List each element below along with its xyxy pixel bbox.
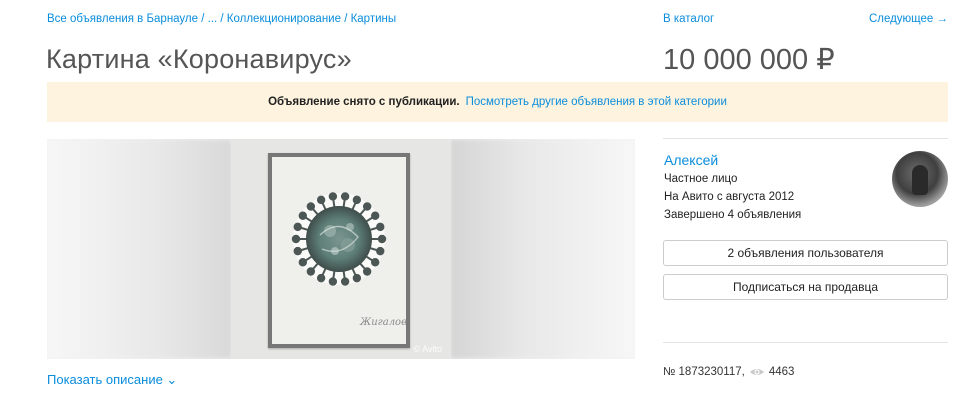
seller-completed: Завершено 4 объявления xyxy=(664,209,802,221)
notice-category-link[interactable]: Посмотреть другие объявления в этой кате… xyxy=(466,96,727,108)
virus-spike-tip xyxy=(293,222,302,232)
virus-spike-tip xyxy=(352,273,362,283)
virus-spike-tip xyxy=(370,211,380,220)
breadcrumb[interactable]: Все объявления в Барнауле / ... / Коллек… xyxy=(47,13,396,25)
virus-spike-tip xyxy=(352,195,362,205)
divider xyxy=(663,138,948,139)
avatar-figure xyxy=(912,165,928,195)
picture-mat: Жигалов xyxy=(272,157,407,344)
virus-spike-tip xyxy=(328,192,338,201)
virus-spike-tip xyxy=(340,277,350,286)
user-ads-button[interactable]: 2 объявления пользователя xyxy=(663,240,948,266)
eye-icon xyxy=(749,369,764,375)
seller-avatar[interactable] xyxy=(892,151,948,207)
virus-spike-tip xyxy=(377,234,387,244)
unpublished-notice: Объявление снято с публикации. Посмотрет… xyxy=(47,82,948,122)
virus-spike-tip xyxy=(328,277,338,286)
photo-gallery[interactable]: Жигалов © Avito xyxy=(47,139,635,359)
seller-name-link[interactable]: Алексей xyxy=(664,152,718,168)
virus-spike-tip xyxy=(362,267,372,276)
listing-number: № 1873230117, xyxy=(663,366,745,378)
seller-type: Частное лицо xyxy=(664,173,738,185)
virus-spike-tip xyxy=(362,202,372,211)
virus-spike-tip xyxy=(376,246,385,256)
virus-spike-tip xyxy=(293,246,302,256)
show-description-link[interactable]: Показать описание ⌄ xyxy=(47,372,177,388)
notice-text: Объявление снято с публикации. xyxy=(268,96,460,108)
artist-signature: Жигалов xyxy=(360,317,407,328)
listing-photo[interactable]: Жигалов © Avito xyxy=(231,139,451,359)
listing-meta: № 1873230117, 4463 xyxy=(663,366,794,378)
seller-since: На Авито с августа 2012 xyxy=(664,191,795,203)
listing-title: Картина «Коронавирус» xyxy=(46,44,352,74)
virus-spike-tip xyxy=(376,222,385,232)
next-listing-link[interactable]: Следующее → xyxy=(869,13,948,25)
virus-spike-tip xyxy=(370,258,380,267)
virus-spike-tip xyxy=(306,267,316,276)
avito-watermark: © Avito xyxy=(413,344,442,354)
virus-spike-tip xyxy=(306,202,316,211)
gallery-blur-left xyxy=(47,139,232,359)
divider xyxy=(663,342,948,343)
view-count: 4463 xyxy=(768,366,795,378)
picture-frame: Жигалов xyxy=(268,153,410,348)
virus-spike-tip xyxy=(291,234,301,244)
subscribe-seller-button[interactable]: Подписаться на продавца xyxy=(663,274,948,300)
virus-spike-tip xyxy=(340,192,350,201)
virus-spike-tip xyxy=(298,211,308,220)
gallery-blur-right xyxy=(450,139,635,359)
listing-price: 10 000 000 ₽ xyxy=(663,44,835,76)
virus-spike-tip xyxy=(316,273,326,283)
coronavirus-artwork xyxy=(291,192,387,286)
virus-spike-tip xyxy=(316,195,326,205)
virus-spike-tip xyxy=(298,258,308,267)
catalog-link[interactable]: В каталог xyxy=(663,13,714,25)
